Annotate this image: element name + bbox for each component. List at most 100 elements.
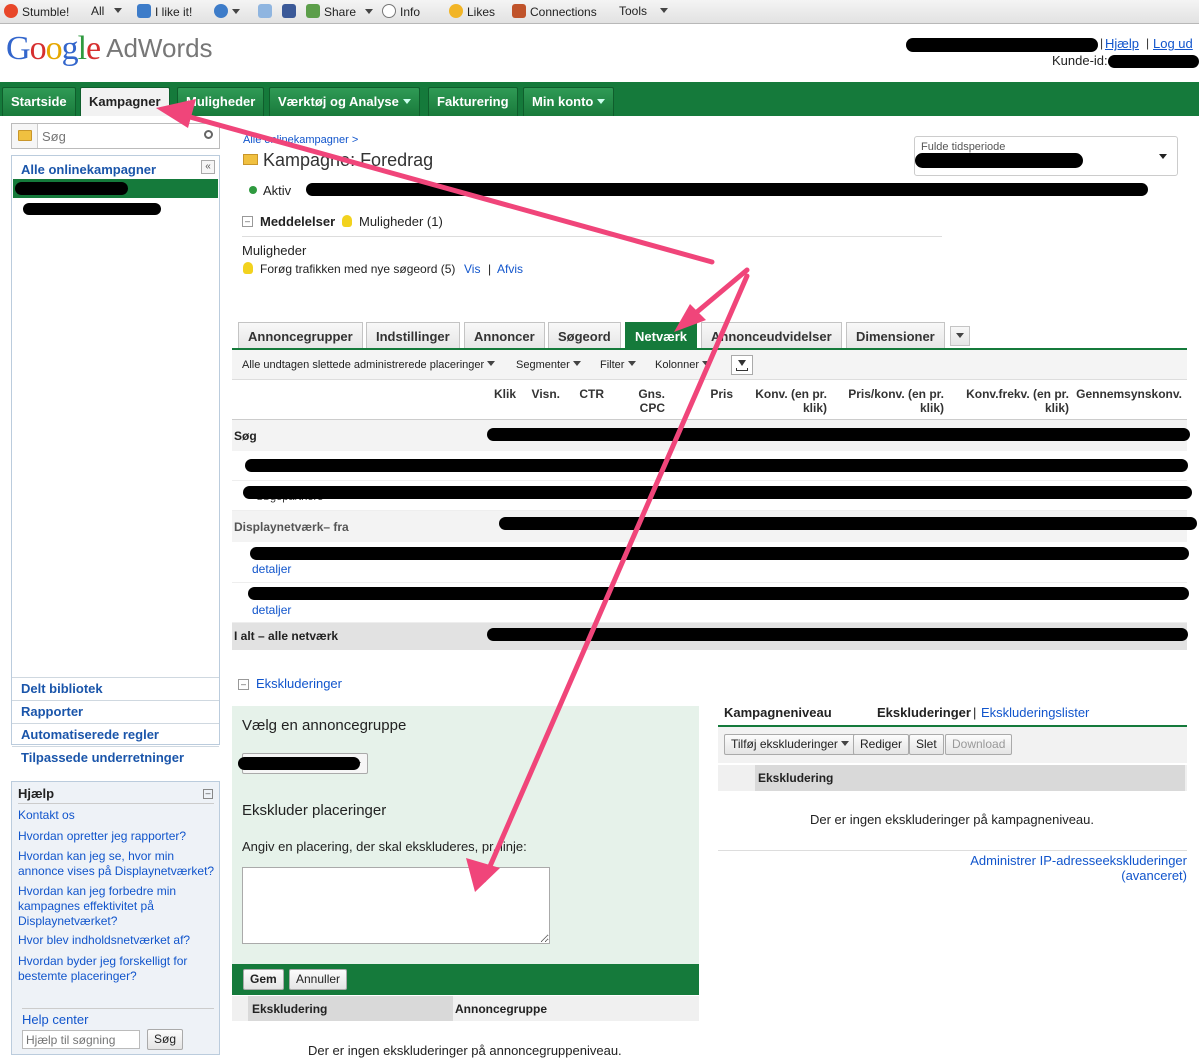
redacted-account-email — [906, 38, 1098, 52]
col-pris[interactable]: Pris — [690, 387, 733, 401]
cancel-button[interactable]: Annuller — [289, 969, 348, 990]
campaign-search-input[interactable] — [42, 127, 192, 145]
col-adgroup[interactable]: Annoncegruppe — [455, 1002, 547, 1016]
tag-button[interactable] — [258, 4, 276, 19]
ip-exclusions-link[interactable]: Administrer IP-adresseekskluderinger (av… — [955, 853, 1187, 883]
folder-icon — [18, 130, 32, 141]
download-tray-icon — [736, 368, 748, 371]
tab-annonceudvidelser[interactable]: Annonceudvidelser — [701, 322, 842, 349]
exclusions-toggle[interactable]: Ekskluderinger — [256, 676, 342, 691]
download-button[interactable]: Download — [945, 734, 1013, 755]
redacted-adgroup-name — [238, 757, 360, 770]
nav-tab-min-konto[interactable]: Min konto — [523, 87, 615, 116]
placements-textarea[interactable] — [242, 867, 550, 944]
help-search-input[interactable] — [22, 1030, 140, 1049]
help-link-contact[interactable]: Kontakt os — [18, 808, 218, 823]
likes-button[interactable]: Likes — [449, 4, 495, 19]
date-range-label: Fulde tidsperiode — [921, 141, 1006, 153]
col-gennemsyn[interactable]: Gennemsynskonv. — [1070, 387, 1182, 401]
stumble-button[interactable]: Stumble! — [4, 4, 69, 19]
facebook-button[interactable] — [282, 4, 300, 19]
thumbs-up-icon — [137, 4, 151, 18]
delete-button[interactable]: Slet — [909, 734, 944, 755]
breadcrumb[interactable]: Alle onlinekampagner > — [243, 134, 358, 146]
share-label: Share — [324, 5, 357, 19]
details-link[interactable]: detaljer — [252, 603, 291, 617]
search-icon[interactable] — [204, 130, 213, 139]
opportunities-count[interactable]: Muligheder (1) — [359, 214, 443, 229]
nav-tab-vaerktoej[interactable]: Værktøj og Analyse — [269, 87, 420, 116]
info-button[interactable]: Info — [382, 4, 420, 19]
nav-tab-muligheder[interactable]: Muligheder — [177, 87, 265, 116]
nav-tab-kampagner[interactable]: Kampagner — [80, 87, 170, 116]
tab-label: Annonceudvidelser — [711, 329, 832, 344]
chevron-down-icon — [487, 361, 496, 366]
add-exclusions-button[interactable]: Tilføj ekskluderinger — [724, 734, 857, 755]
campaign-status[interactable]: Aktiv — [263, 183, 291, 198]
tab-annoncer[interactable]: Annoncer — [464, 322, 545, 349]
col-pris-konv[interactable]: Pris/konv. (en pr. klik) — [838, 387, 944, 415]
filter-dropdown[interactable]: Filter — [600, 359, 636, 371]
help-link-bid-placements[interactable]: Hvordan byder jeg forskelligt for bestem… — [18, 954, 218, 984]
reports-link[interactable]: Rapporter — [12, 700, 219, 723]
collapse-exclusions-icon[interactable]: – — [238, 679, 249, 690]
chevron-down-icon — [232, 9, 240, 14]
connections-button[interactable]: Connections — [512, 4, 597, 19]
scope-dropdown[interactable]: Alle undtagen slettede administrerede pl… — [242, 359, 496, 371]
tools-dropdown[interactable]: Tools — [619, 4, 669, 18]
adwords-logo[interactable]: Google AdWords — [6, 30, 213, 68]
col-exclusion[interactable]: Ekskludering — [252, 1002, 327, 1016]
help-link-improve-performance[interactable]: Hvordan kan jeg forbedre min kampagnes e… — [18, 884, 218, 929]
speech-bubble-icon — [382, 4, 396, 18]
segment-label: Segmenter — [516, 359, 570, 371]
exclusion-lists-link[interactable]: Ekskluderingslister — [981, 705, 1089, 720]
custom-alerts-link[interactable]: Tilpassede underretninger — [12, 746, 219, 769]
tab-label: Annoncegrupper — [248, 329, 353, 344]
tab-label: Indstillinger — [376, 329, 450, 344]
help-link[interactable]: Hjælp — [1105, 36, 1139, 51]
tab-annoncegrupper[interactable]: Annoncegrupper — [238, 322, 363, 349]
automated-rules-link[interactable]: Automatiserede regler — [12, 723, 219, 746]
col-konv[interactable]: Konv. (en pr. klik) — [740, 387, 827, 415]
help-search-button[interactable]: Søg — [147, 1029, 184, 1050]
collapse-sidebar-button[interactable]: « — [201, 160, 215, 174]
segment-dropdown[interactable]: Segmenter — [516, 359, 581, 371]
nav-tab-startside[interactable]: Startside — [2, 87, 76, 116]
download-report-button[interactable] — [731, 355, 753, 375]
more-tabs-button[interactable] — [950, 326, 970, 346]
save-button[interactable]: Gem — [243, 969, 284, 990]
col-klik[interactable]: Klik — [480, 387, 516, 401]
logout-link[interactable]: Log ud — [1153, 36, 1193, 51]
folder-button[interactable] — [12, 124, 38, 148]
dismiss-opportunity-link[interactable]: Afvis — [497, 262, 523, 276]
col-konv-frekv[interactable]: Konv.frekv. (en pr. klik) — [958, 387, 1069, 415]
details-link[interactable]: detaljer — [252, 562, 291, 576]
date-range-selector[interactable]: Fulde tidsperiode — [914, 136, 1178, 176]
nav-tab-label: Værktøj og Analyse — [278, 94, 399, 109]
tab-netvaerk[interactable]: Netværk — [625, 322, 698, 349]
col-exclusion-campaign[interactable]: Ekskludering — [758, 771, 833, 785]
help-link-content-network[interactable]: Hvor blev indholdsnetværket af? — [18, 933, 218, 948]
help-center-link[interactable]: Help center — [22, 1012, 88, 1027]
col-ctr[interactable]: CTR — [566, 387, 604, 401]
collapse-help-icon[interactable]: – — [203, 789, 213, 799]
tab-indstillinger[interactable]: Indstillinger — [366, 322, 460, 349]
shared-library-link[interactable]: Delt bibliotek — [12, 677, 219, 700]
comment-dropdown[interactable] — [214, 4, 240, 19]
collapse-notices-icon[interactable]: – — [242, 216, 253, 227]
share-dropdown[interactable]: Share — [306, 4, 374, 19]
all-label: All — [91, 4, 105, 18]
all-campaigns-link[interactable]: Alle onlinekampagner — [21, 162, 156, 177]
ilike-button[interactable]: I like it! — [137, 4, 192, 19]
help-link-display-placement[interactable]: Hvordan kan jeg se, hvor min annonce vis… — [18, 849, 218, 879]
columns-dropdown[interactable]: Kolonner — [655, 359, 711, 371]
edit-button[interactable]: Rediger — [853, 734, 910, 755]
help-link-reports[interactable]: Hvordan opretter jeg rapporter? — [18, 829, 218, 844]
tab-soegeord[interactable]: Søgeord — [548, 322, 621, 349]
all-dropdown[interactable]: All — [91, 4, 122, 18]
nav-tab-fakturering[interactable]: Fakturering — [428, 87, 518, 116]
col-gns-cpc[interactable]: Gns. CPC — [620, 387, 665, 415]
view-opportunity-link[interactable]: Vis — [464, 262, 480, 276]
col-visn[interactable]: Visn. — [522, 387, 560, 401]
tab-dimensioner[interactable]: Dimensioner — [846, 322, 945, 349]
